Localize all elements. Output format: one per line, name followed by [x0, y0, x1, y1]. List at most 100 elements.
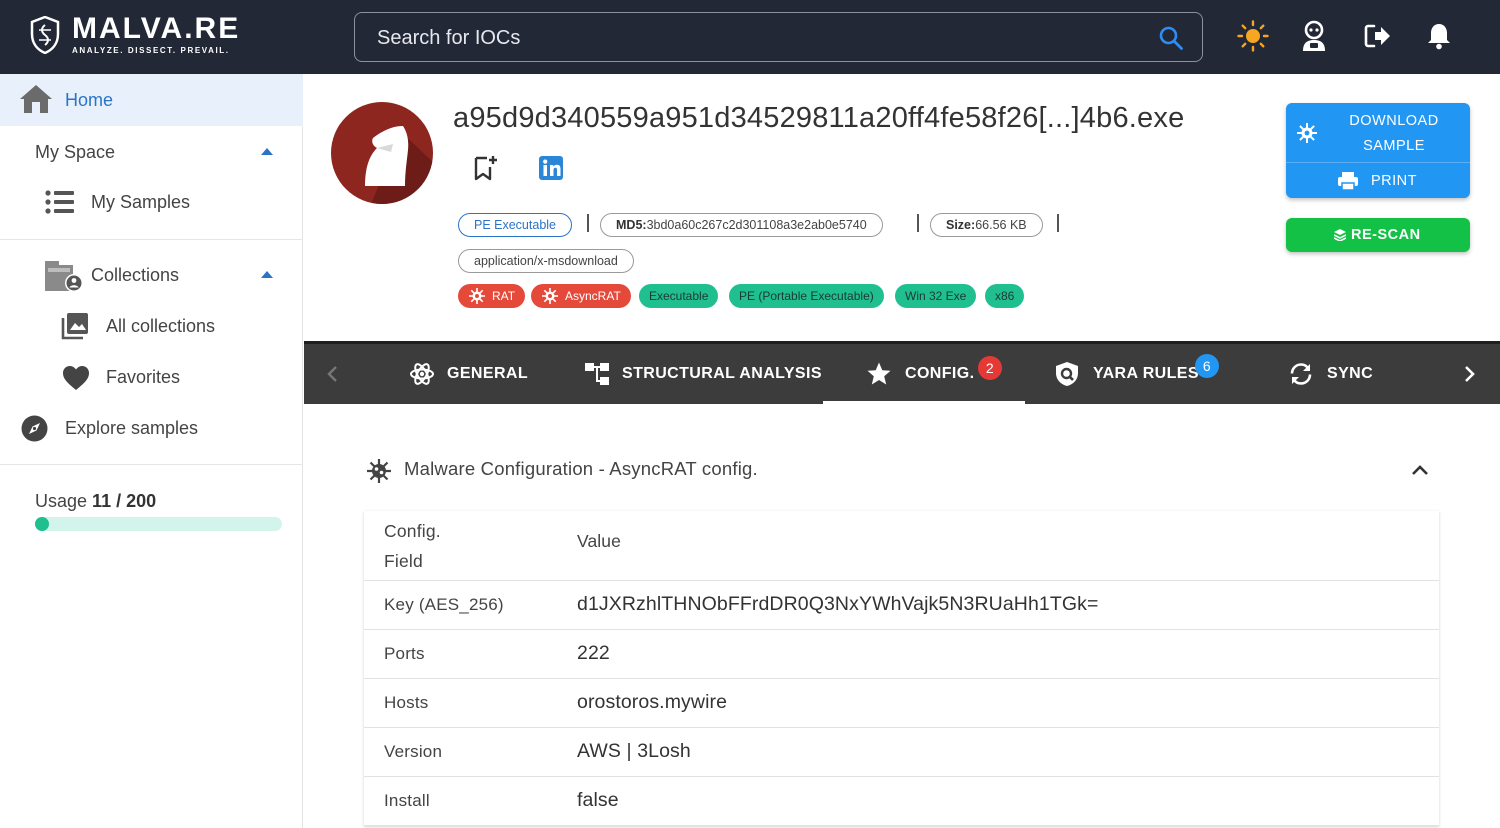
separator [1057, 214, 1059, 232]
sidebar-item-all-collections[interactable]: All collections [0, 306, 303, 346]
tag-label: Win 32 Exe [905, 289, 967, 303]
logo-tagline: ANALYZE. DISSECT. PREVAIL. [72, 46, 230, 55]
sidebar-item-explore[interactable]: Explore samples [0, 408, 303, 448]
mime-text: application/x-msdownload [474, 254, 618, 268]
sample-avatar [331, 102, 433, 204]
sidebar: Home My Space My Samples Collections All… [0, 74, 303, 828]
tag-win32[interactable]: Win 32 Exe [895, 284, 977, 308]
config-field: Key (AES_256) [384, 595, 504, 614]
sidebar-item-collections[interactable]: Collections [0, 255, 303, 295]
yara-count-badge: 6 [1195, 354, 1219, 378]
tag-asyncrat[interactable]: AsyncRAT [531, 284, 631, 308]
file-type-chip[interactable]: PE Executable [458, 213, 572, 237]
tag-executable[interactable]: Executable [639, 284, 719, 308]
chevron-left-icon[interactable] [321, 362, 345, 386]
config-panel-header[interactable]: Malware Configuration - AsyncRAT config. [364, 454, 1444, 486]
tab-bar: GENERAL STRUCTURAL ANALYSIS CONFIG. 2 YA… [304, 341, 1500, 404]
rescan-button[interactable]: RE-SCAN [1286, 218, 1470, 252]
sidebar-item-home[interactable]: Home [0, 74, 303, 126]
column-header-value: Value [577, 531, 621, 551]
tab-general[interactable]: GENERAL [404, 344, 534, 404]
size-label: Size: [946, 218, 976, 232]
md5-chip[interactable]: MD5:3bd0a60c267c2d301108a3e2ab0e5740 [600, 213, 883, 237]
chevron-up-icon[interactable] [1410, 462, 1430, 478]
linkedin-icon[interactable] [537, 154, 565, 182]
config-field: Version [384, 742, 443, 761]
separator [587, 214, 589, 232]
malvare-logo[interactable]: MALVA.RE ANALYZE. DISSECT. PREVAIL. [30, 14, 240, 55]
md5-value: 3bd0a60c267c2d301108a3e2ab0e5740 [646, 218, 867, 232]
table-row: Key (AES_256) d1JXRzhlTHNObFFrdDR0Q3NxYW… [364, 581, 1439, 630]
star-icon [867, 362, 891, 385]
table-row: Install false [364, 777, 1439, 826]
file-type-text: PE Executable [474, 218, 556, 232]
tab-label: GENERAL [447, 365, 529, 382]
tag-pe[interactable]: PE (Portable Executable) [729, 284, 884, 308]
print-button[interactable]: PRINT [1286, 162, 1470, 198]
sample-filename: a95d9d340559a951d34529811a20ff4fe58f26[.… [453, 102, 1185, 134]
usage-label: Usage 11 / 200 [35, 491, 156, 512]
bookmark-add-icon[interactable] [471, 154, 499, 182]
tag-label: RAT [492, 289, 516, 303]
layers-icon [1334, 229, 1346, 241]
config-value: orostoros.mywire [577, 691, 728, 713]
tag-label: Executable [649, 289, 709, 303]
tag-label: x86 [995, 289, 1015, 303]
size-chip[interactable]: Size:66.56 KB [930, 213, 1043, 237]
tab-sync[interactable]: SYNC [1288, 344, 1388, 404]
usage-progress-bar [35, 517, 282, 531]
config-field: Ports [384, 644, 425, 663]
chevron-right-icon[interactable] [1457, 362, 1481, 386]
sidebar-item-label: Home [65, 90, 114, 110]
robot-icon[interactable] [1298, 20, 1330, 52]
tab-config[interactable]: CONFIG. 2 [823, 344, 1025, 404]
sidebar-item-my-space[interactable]: My Space [0, 132, 303, 172]
atom-icon [410, 363, 434, 385]
mime-chip[interactable]: application/x-msdownload [458, 249, 634, 273]
shield-search-icon [1056, 362, 1078, 386]
sync-icon [1290, 363, 1312, 385]
images-icon [61, 313, 88, 340]
config-value: d1JXRzhlTHNObFFrdDR0Q3NxYWhVajk5N3RUaHh1… [577, 593, 1099, 615]
download-sample-button[interactable]: DOWNLOAD SAMPLE [1286, 103, 1470, 161]
separator [917, 214, 919, 232]
tab-label: CONFIG. [905, 365, 975, 382]
heart-icon [63, 366, 89, 390]
table-header-row: Config. Field Value [364, 511, 1439, 581]
divider [0, 239, 303, 240]
caret-up-icon [261, 148, 273, 155]
tag-rat[interactable]: RAT [458, 284, 526, 308]
logout-icon[interactable] [1362, 20, 1394, 52]
tab-structural-analysis[interactable]: STRUCTURAL ANALYSIS [582, 344, 822, 404]
usage-value: 11 / 200 [92, 491, 157, 511]
search-icon[interactable] [1158, 25, 1184, 51]
download-label-2: SAMPLE [1363, 138, 1425, 154]
tag-label: PE (Portable Executable) [739, 289, 874, 303]
divider [0, 464, 303, 465]
config-field: Hosts [384, 693, 429, 712]
bell-icon[interactable] [1423, 20, 1455, 52]
sidebar-item-label: All collections [106, 316, 216, 336]
top-bar: MALVA.RE ANALYZE. DISSECT. PREVAIL. [0, 0, 1500, 74]
search-box [354, 12, 1203, 62]
column-header-field: Config. Field [384, 516, 464, 576]
tab-label: YARA RULES [1093, 365, 1199, 382]
sun-icon[interactable] [1237, 20, 1269, 52]
printer-icon [1338, 172, 1358, 191]
collections-icon [45, 261, 83, 292]
sidebar-item-favorites[interactable]: Favorites [0, 357, 303, 397]
logo-name: MALVA.RE [72, 12, 241, 45]
download-label-1: DOWNLOAD [1349, 113, 1439, 129]
config-value: 222 [577, 642, 610, 664]
tab-label: SYNC [1327, 365, 1374, 382]
config-count-badge: 2 [978, 356, 1002, 380]
usage-progress-fill [35, 517, 49, 531]
tab-yara-rules[interactable]: YARA RULES 6 [1054, 344, 1234, 404]
structure-icon [585, 363, 609, 385]
search-input[interactable] [377, 23, 1137, 53]
sidebar-item-my-samples[interactable]: My Samples [0, 182, 303, 222]
sidebar-item-label: My Space [35, 142, 116, 162]
print-label: PRINT [1371, 173, 1417, 189]
main-content: a95d9d340559a951d34529811a20ff4fe58f26[.… [304, 74, 1500, 828]
tag-x86[interactable]: x86 [985, 284, 1025, 308]
